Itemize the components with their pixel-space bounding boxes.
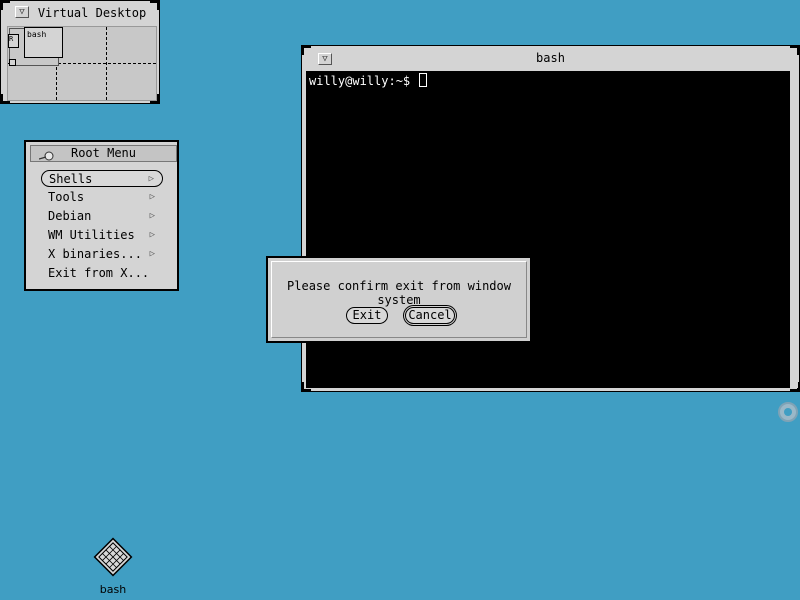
cancel-button[interactable]: Cancel [405, 307, 455, 324]
virtual-desktop-title: Virtual Desktop [37, 6, 147, 20]
pushpin-icon[interactable] [39, 151, 55, 161]
desktop-icon-label: bash [99, 583, 127, 596]
menu-item-label: Shells [49, 172, 93, 186]
menu-item-label: Exit from X... [48, 266, 150, 280]
edge-watermark [779, 180, 797, 390]
vd-mini-window-bash[interactable]: bash [24, 27, 63, 58]
menu-item-label: X binaries... [48, 247, 142, 261]
text-cursor [419, 73, 428, 87]
bash-window-icon [93, 537, 133, 577]
root-menu-title-bar: Root Menu [30, 145, 177, 162]
menu-item-shells[interactable]: Shells ▷ [41, 170, 163, 187]
menu-item-label: WM Utilities [48, 228, 135, 242]
submenu-arrow-icon: ▷ [149, 249, 155, 259]
gear-icon [778, 402, 798, 422]
menu-item-x-binaries[interactable]: X binaries... ▷ [41, 246, 163, 263]
virtual-desktop-window[interactable]: ▽ Virtual Desktop bash R [0, 0, 160, 104]
vd-mini-window-r[interactable]: R [8, 34, 19, 48]
menu-item-tools[interactable]: Tools ▷ [41, 189, 163, 206]
menu-item-exit-from-x[interactable]: Exit from X... [41, 265, 163, 282]
submenu-arrow-icon: ▷ [149, 192, 155, 202]
virtual-desktop-grid[interactable]: bash R [7, 26, 157, 101]
window-menu-button[interactable]: ▽ [15, 6, 29, 18]
resize-corner-tl[interactable] [1, 1, 10, 10]
submenu-arrow-icon: ▷ [148, 174, 154, 184]
bash-window-title: bash [536, 51, 565, 65]
menu-item-label: Tools [48, 190, 85, 204]
submenu-arrow-icon: ▷ [149, 230, 155, 240]
vd-mini-icon[interactable] [9, 59, 16, 66]
shell-prompt: willy@willy:~$ [309, 74, 418, 88]
desktop-icon-bash[interactable]: bash [88, 535, 138, 597]
root-menu[interactable]: Root Menu Shells ▷ Tools ▷ Debian ▷ WM U… [24, 140, 179, 291]
submenu-arrow-icon: ▷ [149, 211, 155, 221]
menu-item-label: Debian [48, 209, 92, 223]
menu-item-debian[interactable]: Debian ▷ [41, 208, 163, 225]
exit-confirm-dialog: Please confirm exit from window system E… [266, 256, 532, 343]
dialog-message: Please confirm exit from window system [287, 279, 511, 307]
menu-item-wm-utilities[interactable]: WM Utilities ▷ [41, 227, 163, 244]
root-menu-title: Root Menu [70, 146, 137, 160]
dialog-body: Please confirm exit from window system E… [271, 261, 527, 338]
exit-button[interactable]: Exit [346, 307, 388, 324]
